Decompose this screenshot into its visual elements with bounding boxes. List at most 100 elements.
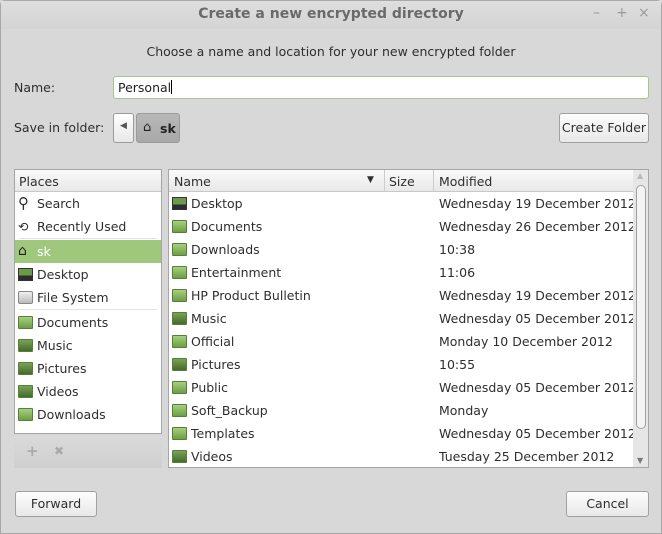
- file-modified: 11:06: [439, 265, 476, 280]
- folder-music-icon: [172, 312, 187, 325]
- file-name: HP Product Bulletin: [191, 288, 311, 303]
- places-toolbar: + ✖: [14, 436, 162, 468]
- places-item-sk[interactable]: ⌂ sk: [15, 240, 161, 263]
- file-row[interactable]: Official Monday 10 December 2012: [169, 330, 633, 353]
- file-modified: Tuesday 25 December 2012: [439, 449, 615, 464]
- window-title: Create a new encrypted directory: [198, 6, 464, 22]
- search-icon: ⚲: [18, 194, 29, 212]
- file-modified: Wednesday 05 December 2012: [439, 311, 636, 326]
- history-icon: ⟲: [18, 219, 29, 234]
- file-row[interactable]: Videos Tuesday 25 December 2012: [169, 445, 633, 468]
- path-back-button[interactable]: ◀: [113, 113, 134, 143]
- cancel-button[interactable]: Cancel: [566, 491, 649, 517]
- dialog-subtitle: Choose a name and location for your new …: [146, 44, 516, 59]
- places-item-label: Desktop: [37, 267, 89, 282]
- path-button-sk[interactable]: ⌂ sk: [136, 113, 180, 143]
- file-row[interactable]: Documents Wednesday 26 December 2012: [169, 215, 636, 238]
- desktop-icon: [172, 197, 187, 210]
- add-bookmark-button[interactable]: +: [26, 442, 39, 460]
- folder-public-icon: [172, 381, 187, 394]
- left-arrow-icon: ◀: [120, 121, 127, 131]
- folder-icon: [172, 266, 187, 279]
- file-name: Soft_Backup: [191, 403, 268, 418]
- places-item-music[interactable]: Music: [15, 334, 161, 357]
- close-button[interactable]: ×: [638, 5, 650, 21]
- places-item-recently-used[interactable]: ⟲ Recently Used: [15, 215, 161, 238]
- file-row[interactable]: Soft_Backup Monday: [169, 399, 633, 422]
- file-list-scrollbar[interactable]: ▲ ▼: [633, 169, 649, 468]
- column-modified[interactable]: Modified: [439, 174, 492, 189]
- places-item-documents[interactable]: Documents: [15, 311, 161, 334]
- file-modified: Monday 10 December 2012: [439, 334, 613, 349]
- title-bar[interactable]: Create a new encrypted directory – + ×: [1, 1, 661, 29]
- file-modified: Wednesday 19 December 2012: [439, 288, 636, 303]
- remove-bookmark-button[interactable]: ✖: [54, 444, 64, 458]
- places-item-label: Search: [37, 196, 80, 211]
- file-name: Entertainment: [191, 265, 282, 280]
- folder-videos-icon: [18, 385, 33, 398]
- file-row[interactable]: Desktop Wednesday 19 December 2012: [169, 192, 636, 215]
- name-label: Name:: [14, 80, 56, 95]
- file-row[interactable]: Music Wednesday 05 December 2012: [169, 307, 636, 330]
- folder-downloads-icon: [18, 408, 33, 421]
- places-item-pictures[interactable]: Pictures: [15, 357, 161, 380]
- file-modified: 10:38: [439, 242, 476, 257]
- minimize-button[interactable]: –: [593, 5, 600, 21]
- places-header[interactable]: Places: [15, 170, 161, 192]
- file-modified: Wednesday 05 December 2012: [439, 380, 636, 395]
- places-item-videos[interactable]: Videos: [15, 380, 161, 403]
- folder-music-icon: [18, 339, 33, 352]
- places-item-label: sk: [37, 244, 51, 259]
- places-item-label: Pictures: [37, 361, 87, 376]
- places-item-desktop[interactable]: Desktop: [15, 263, 161, 286]
- file-name: Videos: [191, 449, 233, 464]
- file-name: Official: [191, 334, 235, 349]
- places-item-label: Music: [37, 338, 73, 353]
- file-modified: 10:55: [439, 357, 476, 372]
- folder-icon: [172, 335, 187, 348]
- file-modified: Wednesday 19 December 2012: [439, 196, 636, 211]
- maximize-button[interactable]: +: [616, 5, 628, 21]
- folder-documents-icon: [172, 220, 187, 233]
- places-item-label: Recently Used: [37, 219, 127, 234]
- folder-pictures-icon: [172, 358, 187, 371]
- places-item-search[interactable]: ⚲ Search: [15, 192, 161, 215]
- name-input[interactable]: Personal: [113, 76, 649, 99]
- forward-button[interactable]: Forward: [15, 491, 97, 517]
- file-name: Templates: [191, 426, 255, 441]
- folder-icon: [172, 404, 187, 417]
- file-list-header: Name ▼ Size Modified: [169, 170, 633, 192]
- sort-descending-icon: ▼: [367, 175, 374, 185]
- drive-icon: [18, 291, 33, 304]
- places-item-label: Videos: [37, 384, 79, 399]
- file-name: Downloads: [191, 242, 260, 257]
- folder-templates-icon: [172, 427, 187, 440]
- file-row[interactable]: Public Wednesday 05 December 2012: [169, 376, 636, 399]
- file-row[interactable]: HP Product Bulletin Wednesday 19 December…: [169, 284, 636, 307]
- places-item-downloads[interactable]: Downloads: [15, 403, 161, 426]
- file-row[interactable]: Pictures 10:55: [169, 353, 633, 376]
- dialog-window: Create a new encrypted directory – + × C…: [0, 0, 662, 534]
- file-list: Name ▼ Size Modified Desktop Wednesday 19…: [168, 169, 636, 468]
- scrollbar-thumb[interactable]: [636, 185, 646, 429]
- file-row[interactable]: Downloads 10:38: [169, 238, 633, 261]
- column-size[interactable]: Size: [389, 174, 415, 189]
- column-name[interactable]: Name: [174, 174, 211, 189]
- file-modified: Wednesday 26 December 2012: [439, 219, 636, 234]
- places-item-label: Downloads: [37, 407, 106, 422]
- folder-documents-icon: [18, 316, 33, 329]
- file-row[interactable]: Entertainment 11:06: [169, 261, 633, 284]
- file-name: Public: [191, 380, 228, 395]
- file-name: Documents: [191, 219, 263, 234]
- create-folder-button[interactable]: Create Folder: [559, 113, 649, 143]
- places-item-label: Documents: [37, 315, 109, 330]
- scroll-up-icon[interactable]: ▲: [637, 171, 643, 180]
- folder-videos-icon: [172, 450, 187, 463]
- file-row[interactable]: Templates Wednesday 05 December 2012: [169, 422, 636, 445]
- places-pane: Places ⚲ Search ⟲ Recently Used ⌂ sk Desktop Fi…: [14, 169, 162, 434]
- scroll-down-icon[interactable]: ▼: [637, 456, 643, 465]
- places-item-label: File System: [37, 290, 109, 305]
- places-item-file-system[interactable]: File System: [15, 286, 161, 309]
- file-modified: Monday: [439, 403, 489, 418]
- home-icon: ⌂: [143, 120, 152, 135]
